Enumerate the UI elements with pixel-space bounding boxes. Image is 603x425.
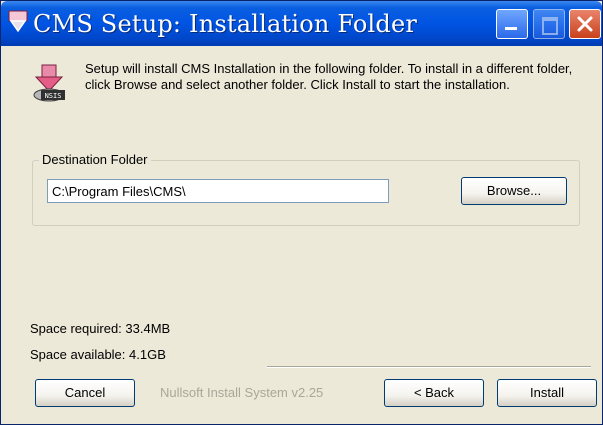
title-bar[interactable]: CMS Setup: Installation Folder — [1, 1, 602, 46]
browse-button[interactable]: Browse... — [461, 177, 567, 205]
install-button[interactable]: Install — [497, 379, 597, 407]
space-required-text: Space required: 33.4MB — [30, 321, 171, 336]
svg-text:NSIS: NSIS — [45, 92, 62, 100]
close-icon — [577, 16, 593, 32]
destination-folder-label: Destination Folder — [39, 152, 151, 167]
close-button[interactable] — [569, 9, 601, 39]
minimize-button[interactable] — [496, 9, 528, 39]
back-button-label: < Back — [413, 385, 455, 400]
back-button[interactable]: < Back — [384, 379, 484, 407]
installer-icon — [7, 9, 29, 35]
nsis-installer-icon: NSIS — [31, 63, 67, 103]
window-title: CMS Setup: Installation Folder — [33, 10, 418, 38]
maximize-button — [533, 9, 565, 39]
space-available-text: Space available: 4.1GB — [30, 347, 166, 362]
dialog-body: NSIS Setup will install CMS Installation… — [5, 46, 598, 422]
nsis-branding-text: Nullsoft Install System v2.25 — [160, 385, 324, 400]
installer-window: CMS Setup: Installation Folder NSIS Setu… — [0, 0, 603, 425]
intro-text: Setup will install CMS Installation in t… — [85, 61, 573, 92]
cancel-button[interactable]: Cancel — [35, 379, 135, 407]
install-button-label: Install — [530, 385, 564, 400]
destination-path-input[interactable] — [47, 179, 389, 203]
browse-button-label: Browse... — [486, 183, 542, 198]
footer-separator — [267, 366, 591, 368]
cancel-button-label: Cancel — [64, 385, 106, 400]
